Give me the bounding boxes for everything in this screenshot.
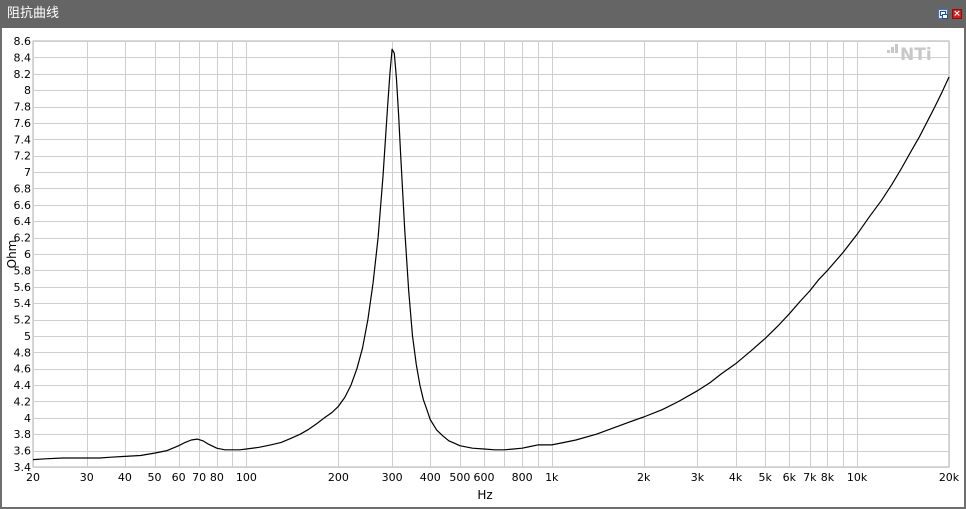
y-tick-label: 3.6 (14, 445, 32, 458)
x-tick-label: 10k (847, 471, 868, 484)
x-tick-label: 5k (758, 471, 772, 484)
y-tick-label: 7.6 (14, 117, 32, 130)
y-tick-label: 5 (24, 330, 31, 343)
y-tick-label: 4.6 (14, 363, 32, 376)
restore-icon[interactable] (938, 9, 948, 19)
logo-bar (891, 47, 894, 53)
y-tick-label: 6.4 (14, 215, 32, 228)
x-tick-label: 70 (192, 471, 206, 484)
x-tick-label: 80 (210, 471, 224, 484)
y-tick-label: 3.8 (14, 428, 32, 441)
x-tick-label: 400 (420, 471, 441, 484)
x-tick-label: 500 (449, 471, 470, 484)
x-tick-label: 300 (382, 471, 403, 484)
y-tick-label: 5.2 (14, 314, 32, 327)
y-tick-label: 8.4 (14, 51, 32, 64)
x-tick-label: 60 (172, 471, 186, 484)
x-tick-label: 1k (545, 471, 559, 484)
logo-bar (887, 50, 890, 53)
y-tick-label: 7.4 (14, 133, 32, 146)
y-tick-label: 4 (24, 412, 31, 425)
x-tick-label: 30 (80, 471, 94, 484)
logo-bar (895, 44, 898, 53)
y-tick-label: 8.6 (14, 35, 32, 48)
x-tick-label: 8k (821, 471, 835, 484)
x-tick-label: 40 (118, 471, 132, 484)
x-tick-label: 4k (729, 471, 743, 484)
y-tick-label: 7.8 (14, 101, 32, 114)
impedance-window: 阻抗曲线 × 3.4 3.6 3.8 4 4.2 4.4 4.6 4.8 5 5.2 5.4 5.6 5… (0, 0, 966, 509)
y-tick-label: 5.6 (14, 281, 32, 294)
x-tick-label: 20 (26, 471, 40, 484)
x-tick-label: 20k (939, 471, 960, 484)
x-tick-label: 50 (148, 471, 162, 484)
y-tick-label: 5.4 (14, 297, 32, 310)
y-tick-label: 7.2 (14, 150, 32, 163)
x-tick-label: 3k (691, 471, 705, 484)
y-tick-label: 4.2 (14, 395, 32, 408)
x-tick-label: 6k (783, 471, 797, 484)
y-tick-label: 6 (24, 248, 31, 261)
y-tick-label: 8 (24, 84, 31, 97)
y-tick-label: 8.2 (14, 68, 32, 81)
title-bar[interactable]: 阻抗曲线 × (0, 0, 966, 28)
x-axis-label: Hz (477, 488, 492, 502)
x-tick-label: 100 (236, 471, 257, 484)
x-tick-label: 800 (512, 471, 533, 484)
y-tick-label: 7 (24, 166, 31, 179)
y-tick-label: 6.6 (14, 199, 32, 212)
x-tick-label: 600 (474, 471, 495, 484)
y-tick-label: 6.8 (14, 182, 32, 195)
impedance-chart: 3.43.63.844.24.44.64.855.25.45.65.866.26… (5, 35, 960, 502)
window-title: 阻抗曲线 (7, 6, 60, 21)
y-axis-label: Ohm (5, 240, 19, 269)
y-tick-label: 4.4 (14, 379, 32, 392)
chart-panel: 3.4 3.6 3.8 4 4.2 4.4 4.6 4.8 5 5.2 5.4 5.6 5.8 6 6.2 6… (2, 28, 964, 507)
nti-logo: NTi (900, 45, 932, 65)
x-tick-label: 200 (328, 471, 349, 484)
close-icon[interactable]: × (952, 9, 962, 19)
x-tick-label: 2k (637, 471, 651, 484)
y-tick-label: 4.8 (14, 346, 32, 359)
x-tick-label: 7k (803, 471, 817, 484)
